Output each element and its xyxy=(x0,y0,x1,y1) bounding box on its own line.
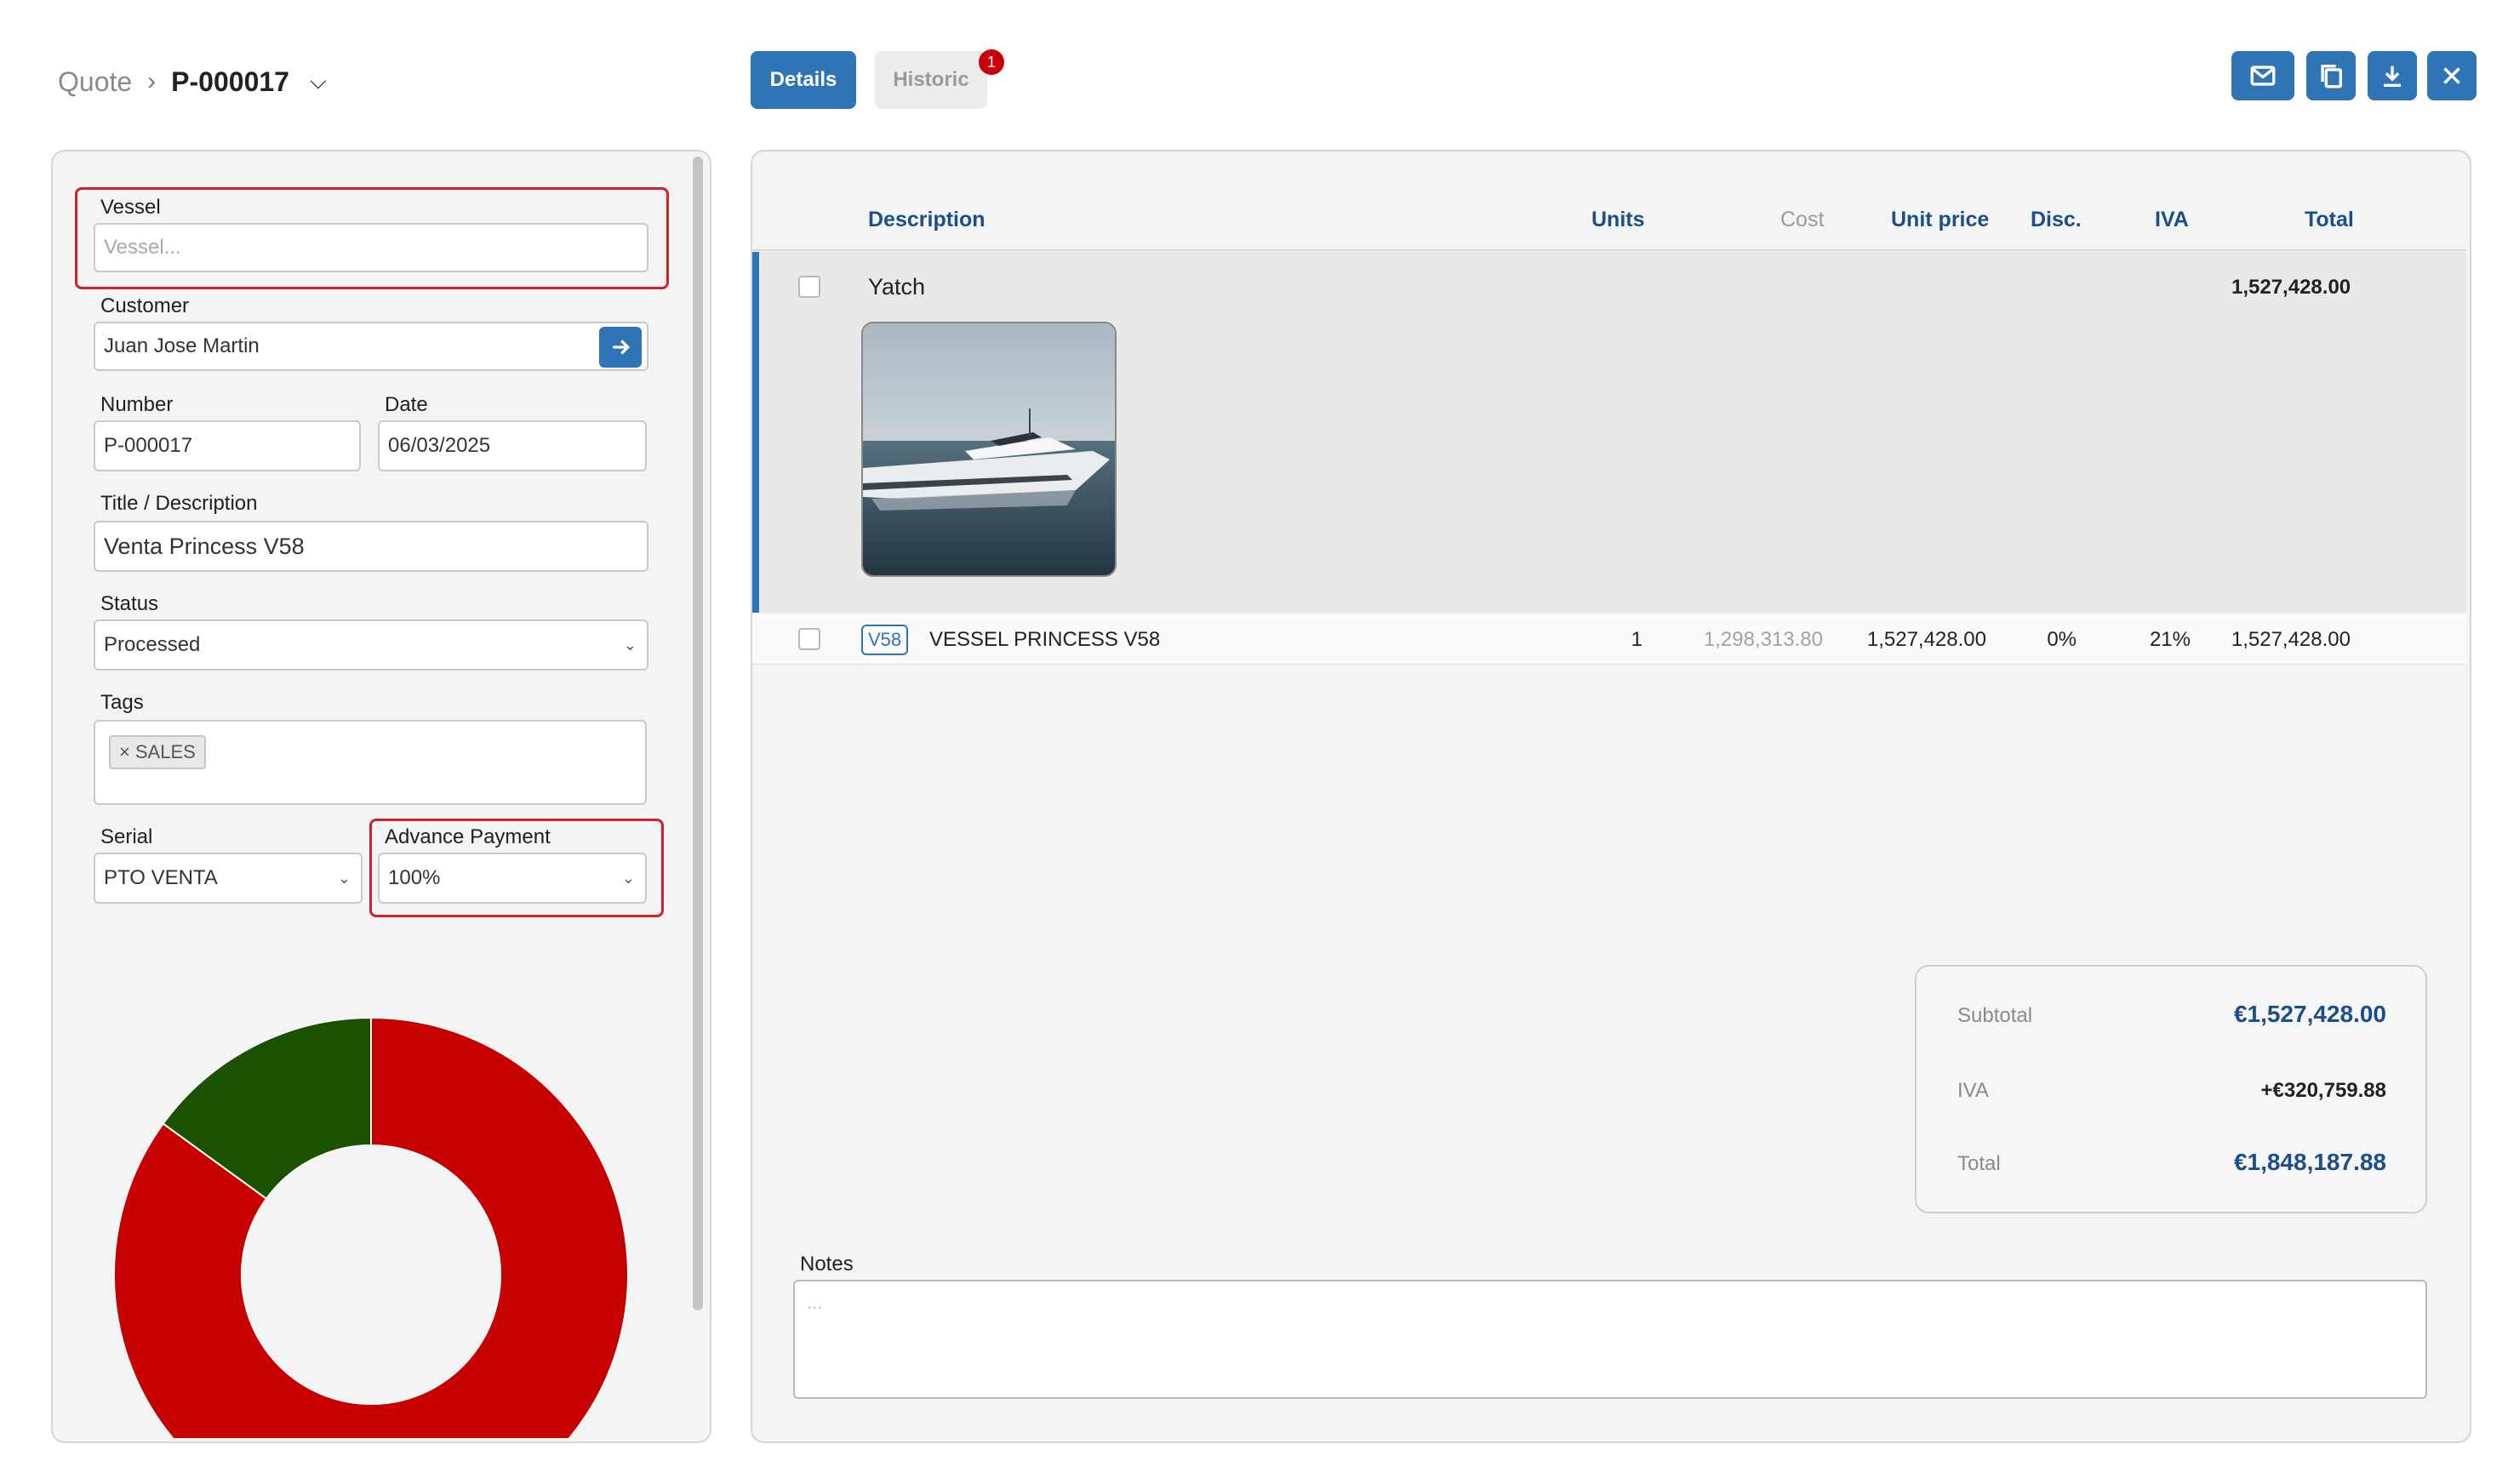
duplicate-button[interactable] xyxy=(2306,51,2356,100)
serial-label: Serial xyxy=(100,825,153,848)
customer-input[interactable]: Juan Jose Martin xyxy=(94,322,648,371)
number-input[interactable]: P-000017 xyxy=(94,420,361,471)
vessel-input[interactable]: Vessel... xyxy=(94,223,648,272)
col-iva-header[interactable]: IVA xyxy=(2155,208,2189,237)
chevron-down-icon: ⌄ xyxy=(623,636,637,654)
close-icon xyxy=(2443,67,2460,84)
row-checkbox[interactable] xyxy=(798,628,820,650)
group-checkbox[interactable] xyxy=(798,276,820,298)
tag-label: SALES xyxy=(134,741,196,762)
chart-clip xyxy=(53,936,700,1438)
col-total-header[interactable]: Total xyxy=(2305,208,2354,237)
item-iva: 21% xyxy=(2149,628,2191,651)
download-button[interactable] xyxy=(2368,51,2417,100)
historic-count-badge: 1 xyxy=(979,49,1004,75)
chevron-down-icon[interactable]: ⌵ xyxy=(310,68,327,95)
date-input[interactable]: 06/03/2025 xyxy=(378,420,647,471)
date-label: Date xyxy=(385,393,428,416)
col-description-header[interactable]: Description xyxy=(868,208,985,237)
breadcrumb-separator-icon: › xyxy=(147,67,157,95)
mail-icon xyxy=(2250,66,2276,86)
total-label: Total xyxy=(1957,1152,2001,1175)
number-value: P-000017 xyxy=(104,434,193,457)
item-total: 1,527,428.00 xyxy=(2231,628,2351,651)
close-button[interactable] xyxy=(2427,51,2477,100)
advance-payment-label: Advance Payment xyxy=(385,825,551,848)
serial-select[interactable]: PTO VENTA ⌄ xyxy=(94,853,363,904)
item-units: 1 xyxy=(1631,628,1642,651)
col-disc-header[interactable]: Disc. xyxy=(2031,208,2082,237)
item-unit-price: 1,527,428.00 xyxy=(1866,628,1986,651)
iva-value: +€320,759.88 xyxy=(2260,1079,2386,1102)
date-value: 06/03/2025 xyxy=(388,434,491,457)
col-cost-header[interactable]: Cost xyxy=(1780,208,1824,237)
email-button[interactable] xyxy=(2231,51,2294,100)
notes-placeholder: ... xyxy=(807,1292,823,1313)
yacht-photo xyxy=(863,323,1115,575)
subtotal-label: Subtotal xyxy=(1957,1004,2033,1027)
group-name: Yatch xyxy=(868,274,926,300)
item-code-badge: V58 xyxy=(861,625,909,655)
advance-payment-select[interactable]: 100% ⌄ xyxy=(378,853,647,904)
title-input[interactable]: Venta Princess V58 xyxy=(94,521,648,572)
status-select[interactable]: Processed ⌄ xyxy=(94,619,648,671)
status-label: Status xyxy=(100,592,159,615)
iva-label: IVA xyxy=(1957,1079,1989,1102)
item-description: VESSEL PRINCESS V58 xyxy=(929,628,1161,651)
download-icon xyxy=(2384,66,2401,88)
breadcrumb: Quote › P-000017 ⌵ xyxy=(58,58,327,106)
title-label: Title / Description xyxy=(100,492,258,515)
col-unit-price-header[interactable]: Unit price xyxy=(1891,208,1989,237)
serial-value: PTO VENTA xyxy=(104,866,218,889)
chevron-down-icon: ⌄ xyxy=(337,869,351,887)
breadcrumb-parent-link[interactable]: Quote xyxy=(58,66,132,98)
group-accent-bar xyxy=(752,252,759,613)
table-header-divider xyxy=(752,249,2466,251)
title-value: Venta Princess V58 xyxy=(104,533,305,559)
vessel-placeholder: Vessel... xyxy=(104,236,181,259)
number-label: Number xyxy=(100,393,174,416)
customer-value: Juan Jose Martin xyxy=(104,334,260,357)
copy-icon xyxy=(2321,64,2343,88)
col-units-header[interactable]: Units xyxy=(1591,208,1645,237)
arrow-right-icon xyxy=(613,340,631,355)
breadcrumb-current: P-000017 xyxy=(171,66,289,97)
item-discount: 0% xyxy=(2047,628,2077,651)
notes-textarea[interactable]: ... xyxy=(793,1280,2427,1399)
yacht-image[interactable] xyxy=(861,322,1117,577)
notes-label: Notes xyxy=(800,1253,854,1276)
group-total: 1,527,428.00 xyxy=(2231,276,2351,299)
tab-historic[interactable]: Historic xyxy=(875,51,987,109)
remove-tag-icon[interactable]: × xyxy=(119,741,130,763)
open-customer-button[interactable] xyxy=(599,327,642,368)
advance-payment-value: 100% xyxy=(388,866,441,889)
chevron-down-icon: ⌄ xyxy=(621,869,635,887)
item-cost: 1,298,313.80 xyxy=(1703,628,1823,651)
donut-chart xyxy=(113,1016,629,1438)
total-value: €1,848,187.88 xyxy=(2233,1149,2386,1175)
subtotal-value: €1,527,428.00 xyxy=(2233,1001,2386,1027)
tab-details[interactable]: Details xyxy=(751,51,856,109)
vessel-label: Vessel xyxy=(100,196,161,219)
status-value: Processed xyxy=(104,633,201,656)
tags-label: Tags xyxy=(100,691,144,714)
customer-label: Customer xyxy=(100,294,190,317)
tag-chip[interactable]: × SALES xyxy=(109,735,206,769)
